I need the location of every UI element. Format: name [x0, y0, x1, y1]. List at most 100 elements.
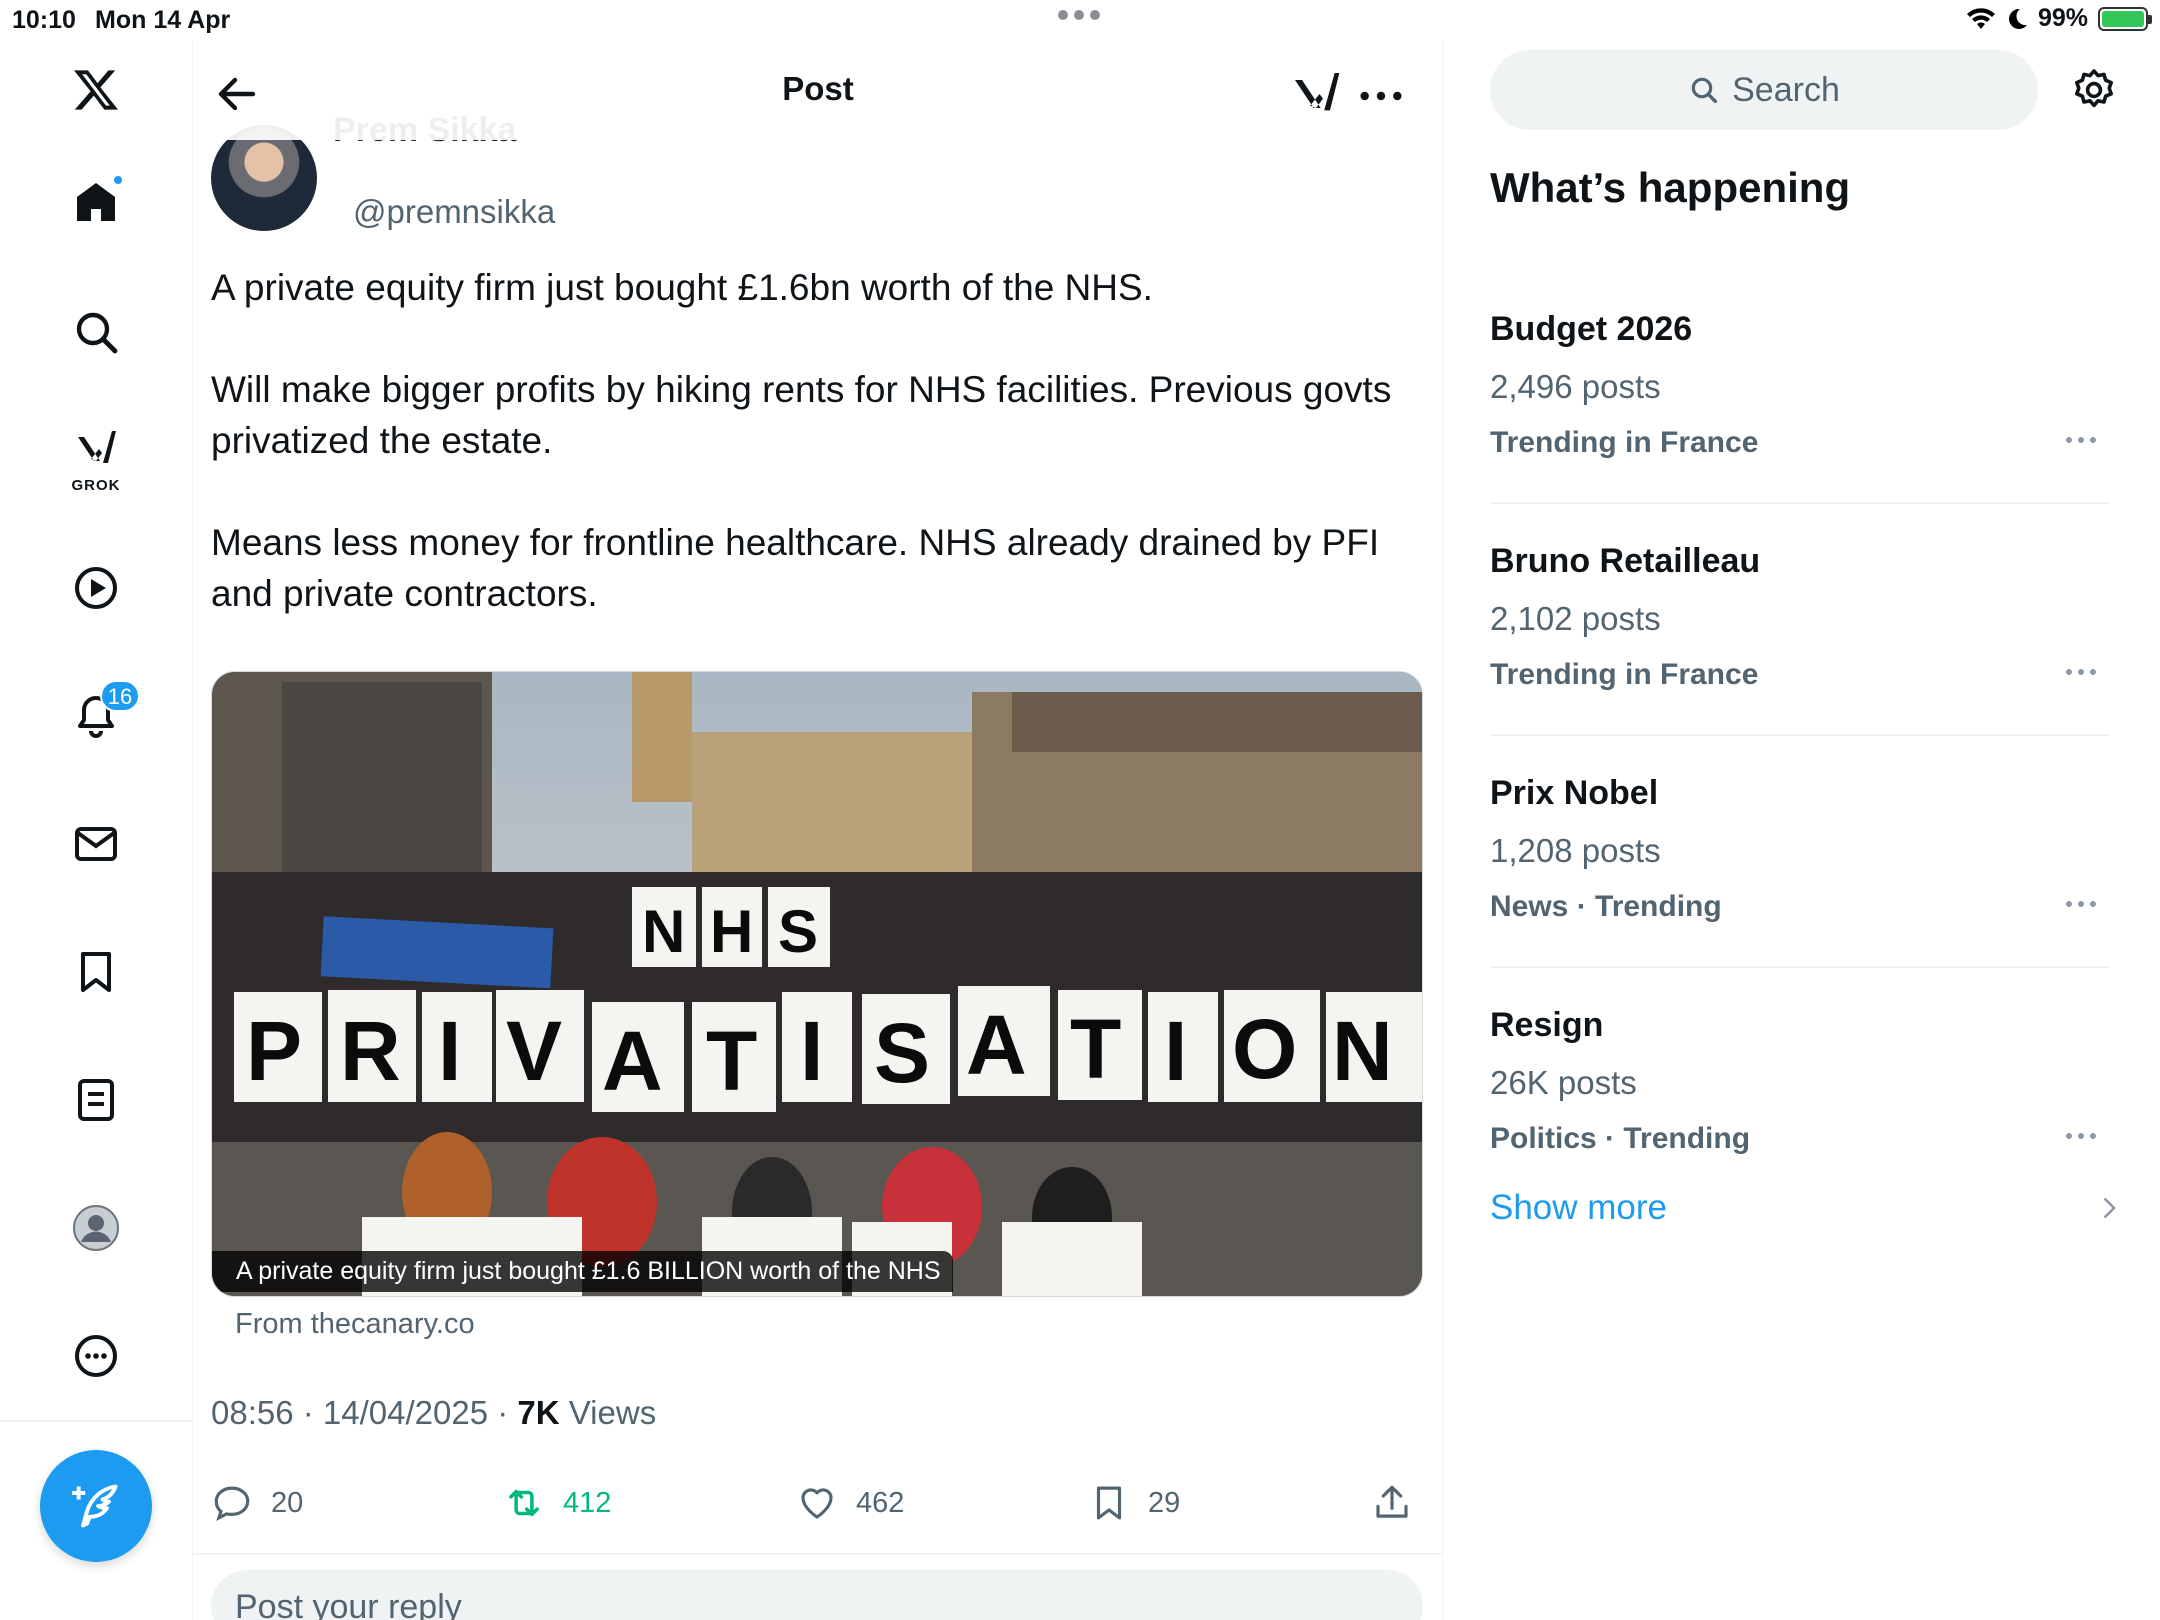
svg-text:N: N [642, 898, 685, 965]
more-horizontal-icon[interactable] [2066, 1126, 2106, 1146]
svg-text:N: N [1332, 1004, 1393, 1098]
svg-text:V: V [506, 1004, 562, 1098]
trend-context: Trending in France [1490, 426, 1759, 459]
post-paragraph: Means less money for frontline healthcar… [211, 522, 1380, 614]
post-header: Post [193, 40, 1442, 140]
author-avatar[interactable] [211, 125, 317, 231]
svg-text:R: R [340, 1004, 401, 1098]
link-card-caption: A private equity firm just bought £1.6 B… [212, 1251, 953, 1292]
bookmark-icon [1096, 1486, 1122, 1520]
post-detail-column: Post Prem Sikka @premnsikka A private eq… [193, 40, 1443, 1620]
notifications-badge: 16 [100, 680, 140, 712]
trend-item[interactable]: Budget 2026 2,496 posts Trending in Fran… [1490, 272, 2110, 504]
reply-divider [193, 1553, 1442, 1555]
svg-text:I: I [800, 1004, 823, 1098]
trend-item[interactable]: Resign 26K posts Politics · Trending [1490, 968, 2110, 1200]
multitasking-dots-icon[interactable] [1058, 10, 1100, 20]
link-card-image[interactable]: N H S P R I V A T I S A T I O N A privat… [211, 671, 1423, 1297]
trend-count: 1,208 posts [1490, 832, 1661, 869]
like-count: 462 [856, 1486, 905, 1519]
bookmark-count: 29 [1148, 1486, 1181, 1519]
wifi-icon [1966, 7, 1995, 29]
repost-count: 412 [563, 1486, 612, 1519]
reply-input[interactable]: Post your reply [211, 1570, 1423, 1620]
messages-mail-icon[interactable] [56, 804, 136, 884]
views-label: Views [559, 1394, 657, 1431]
more-horizontal-icon[interactable] [2066, 430, 2106, 450]
bookmarks-icon[interactable] [56, 932, 136, 1012]
x-logo-icon[interactable] [56, 50, 136, 130]
grok-icon[interactable]: GROK [56, 418, 136, 498]
grok-explain-icon[interactable] [1288, 66, 1344, 122]
svg-text:I: I [1164, 1004, 1187, 1098]
home-new-indicator [112, 174, 124, 186]
svg-text:A: A [966, 998, 1027, 1092]
reply-button[interactable]: 20 [211, 1482, 303, 1524]
author-handle[interactable]: @premnsikka [353, 193, 555, 231]
status-date: Mon 14 Apr [95, 6, 231, 34]
page-title: Post [782, 70, 854, 107]
status-time: 10:10 [12, 6, 76, 34]
video-play-icon[interactable] [56, 548, 136, 628]
post-paragraph: Will make bigger profits by hiking rents… [211, 369, 1392, 461]
grok-label: GROK [71, 477, 121, 494]
more-horizontal-icon[interactable] [1353, 68, 1409, 124]
svg-text:S: S [874, 1006, 930, 1100]
svg-text:A: A [602, 1014, 663, 1108]
share-button[interactable] [1371, 1482, 1413, 1524]
trend-count: 2,102 posts [1490, 600, 1661, 637]
battery-percent: 99% [2037, 4, 2088, 32]
svg-text:S: S [778, 898, 818, 965]
svg-text:H: H [710, 898, 753, 965]
search-input[interactable]: Search [1490, 50, 2038, 130]
section-title: What’s happening [1490, 164, 1851, 211]
post-actions: 20 412 462 29 [211, 1482, 1421, 1542]
trend-context: News · Trending [1490, 890, 1722, 923]
svg-text:O: O [1232, 1002, 1297, 1096]
views-count: 7K [517, 1394, 560, 1431]
show-more-link[interactable]: Show more [1490, 1188, 1667, 1228]
trend-count: 2,496 posts [1490, 368, 1661, 405]
post-author[interactable]: Prem Sikka @premnsikka [211, 111, 811, 245]
lists-icon[interactable] [56, 1060, 136, 1140]
more-horizontal-icon[interactable] [2066, 894, 2106, 914]
more-horizontal-icon[interactable] [2066, 662, 2106, 682]
post-metadata: 08:56 · 14/04/2025 · 7K Views [211, 1394, 656, 1432]
search-icon[interactable] [56, 292, 136, 372]
post-timestamp[interactable]: 08:56 · 14/04/2025 · [211, 1394, 517, 1431]
link-card-source[interactable]: From thecanary.co [235, 1308, 475, 1341]
trend-context: Trending in France [1490, 658, 1759, 691]
post-paragraph: A private equity firm just bought £1.6bn… [211, 267, 1153, 308]
svg-text:P: P [246, 1004, 302, 1098]
trend-name: Budget 2026 [1490, 310, 1693, 348]
settings-gear-icon[interactable] [2070, 66, 2118, 114]
more-options-icon[interactable] [56, 1316, 136, 1396]
home-icon[interactable] [56, 162, 136, 242]
trend-item[interactable]: Bruno Retailleau 2,102 posts Trending in… [1490, 504, 2110, 736]
nav-divider [0, 1420, 193, 1422]
protest-photo: N H S P R I V A T I S A T I O N [212, 672, 1422, 1296]
trend-name: Prix Nobel [1490, 774, 1659, 812]
svg-text:I: I [438, 1004, 461, 1098]
trend-name: Bruno Retailleau [1490, 542, 1761, 580]
chevron-right-icon[interactable] [2094, 1190, 2124, 1226]
search-placeholder: Search [1732, 70, 1840, 109]
share-upload-icon [1376, 1485, 1408, 1518]
profile-avatar-icon[interactable] [56, 1188, 136, 1268]
like-button[interactable]: 462 [796, 1482, 904, 1524]
left-navigation: GROK 16 [0, 40, 193, 1620]
bookmark-button[interactable]: 29 [1088, 1482, 1180, 1524]
status-indicators: 99% [1966, 4, 2152, 33]
reply-count: 20 [271, 1486, 304, 1519]
trend-item[interactable]: Prix Nobel 1,208 posts News · Trending [1490, 736, 2110, 968]
notifications-bell-icon[interactable]: 16 [56, 676, 140, 756]
repost-button[interactable]: 412 [503, 1482, 611, 1524]
trend-name: Resign [1490, 1006, 1604, 1044]
trend-context: Politics · Trending [1490, 1122, 1751, 1155]
reply-bubble-icon [214, 1486, 250, 1522]
repost-icon [509, 1489, 539, 1517]
moon-icon [2008, 8, 2027, 29]
trend-count: 26K posts [1490, 1064, 1637, 1101]
search-icon [1691, 77, 1718, 104]
compose-post-button[interactable] [40, 1450, 152, 1562]
